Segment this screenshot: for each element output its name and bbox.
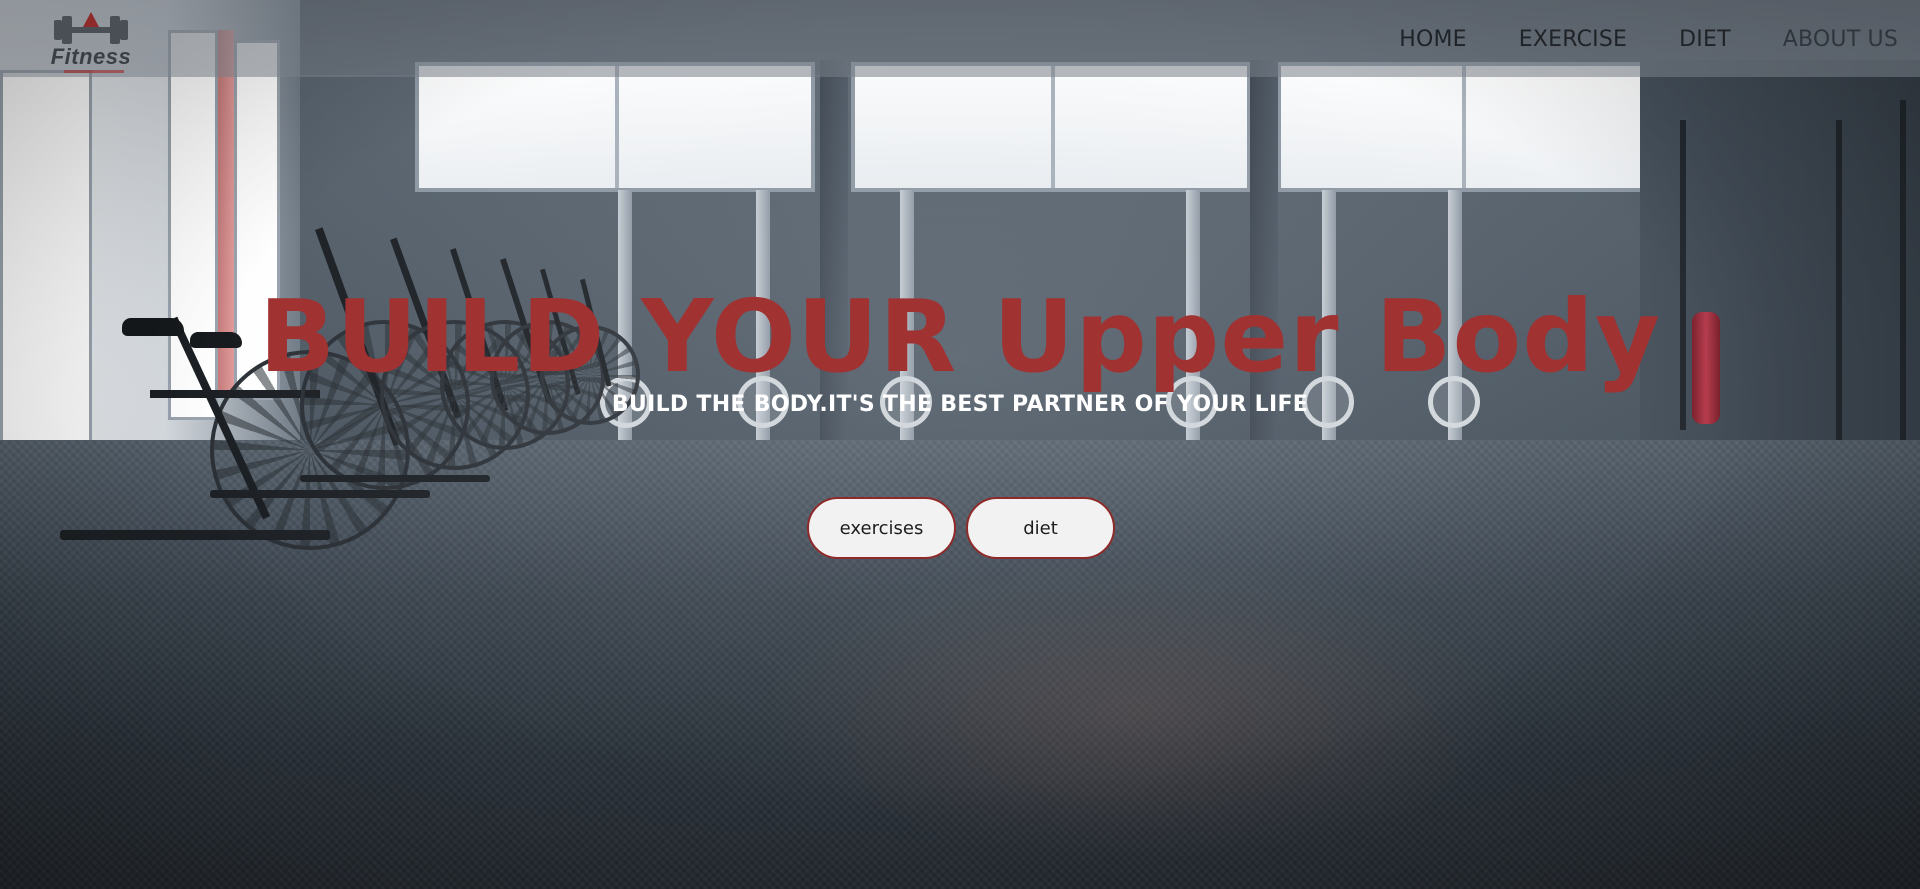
hero-button-group: exercises diet [807, 497, 1115, 559]
brand-logo[interactable]: Fitness [36, 8, 146, 73]
nav-link-home[interactable]: HOME [1399, 27, 1467, 52]
top-navbar: Fitness HOME EXERCISE DIET ABOUT US [0, 0, 1920, 77]
hero-background-image [0, 0, 1920, 889]
nav-link-about-us[interactable]: ABOUT US [1783, 27, 1898, 52]
page: Fitness HOME EXERCISE DIET ABOUT US BUIL… [0, 0, 1920, 889]
brand-name: Fitness [50, 44, 132, 69]
hero-title: BUILD YOUR Upper Body [258, 278, 1662, 395]
nav-link-exercise[interactable]: EXERCISE [1519, 27, 1627, 52]
dumbbell-icon [54, 12, 128, 44]
vignette [0, 0, 1920, 889]
hero-subtitle: BUILD THE BODY.IT'S THE BEST PARTNER OF … [611, 392, 1309, 417]
brand-underline [64, 70, 124, 73]
exercises-button[interactable]: exercises [807, 497, 956, 559]
nav-link-diet[interactable]: DIET [1679, 27, 1731, 52]
diet-button[interactable]: diet [966, 497, 1115, 559]
main-nav: HOME EXERCISE DIET ABOUT US [1399, 27, 1898, 52]
